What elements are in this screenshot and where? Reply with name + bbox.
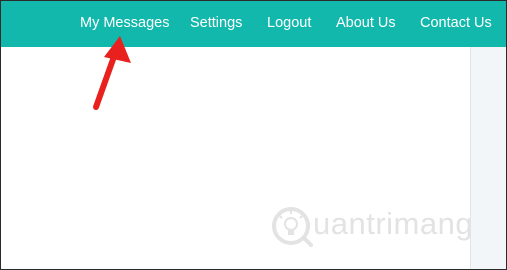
browser-viewport: My Messages Settings Logout About Us Con…	[0, 0, 507, 270]
top-navigation-bar: My Messages Settings Logout About Us Con…	[1, 1, 506, 47]
nav-link-about-us[interactable]: About Us	[336, 14, 396, 32]
watermark-text: uantrimang	[313, 206, 474, 241]
nav-link-contact-us[interactable]: Contact Us	[420, 14, 492, 32]
watermark-logo: uantrimang	[269, 203, 501, 249]
nav-link-logout[interactable]: Logout	[267, 14, 311, 32]
lightbulb-icon	[272, 207, 313, 247]
nav-link-my-messages[interactable]: My Messages	[80, 14, 169, 32]
nav-link-settings[interactable]: Settings	[190, 14, 242, 32]
